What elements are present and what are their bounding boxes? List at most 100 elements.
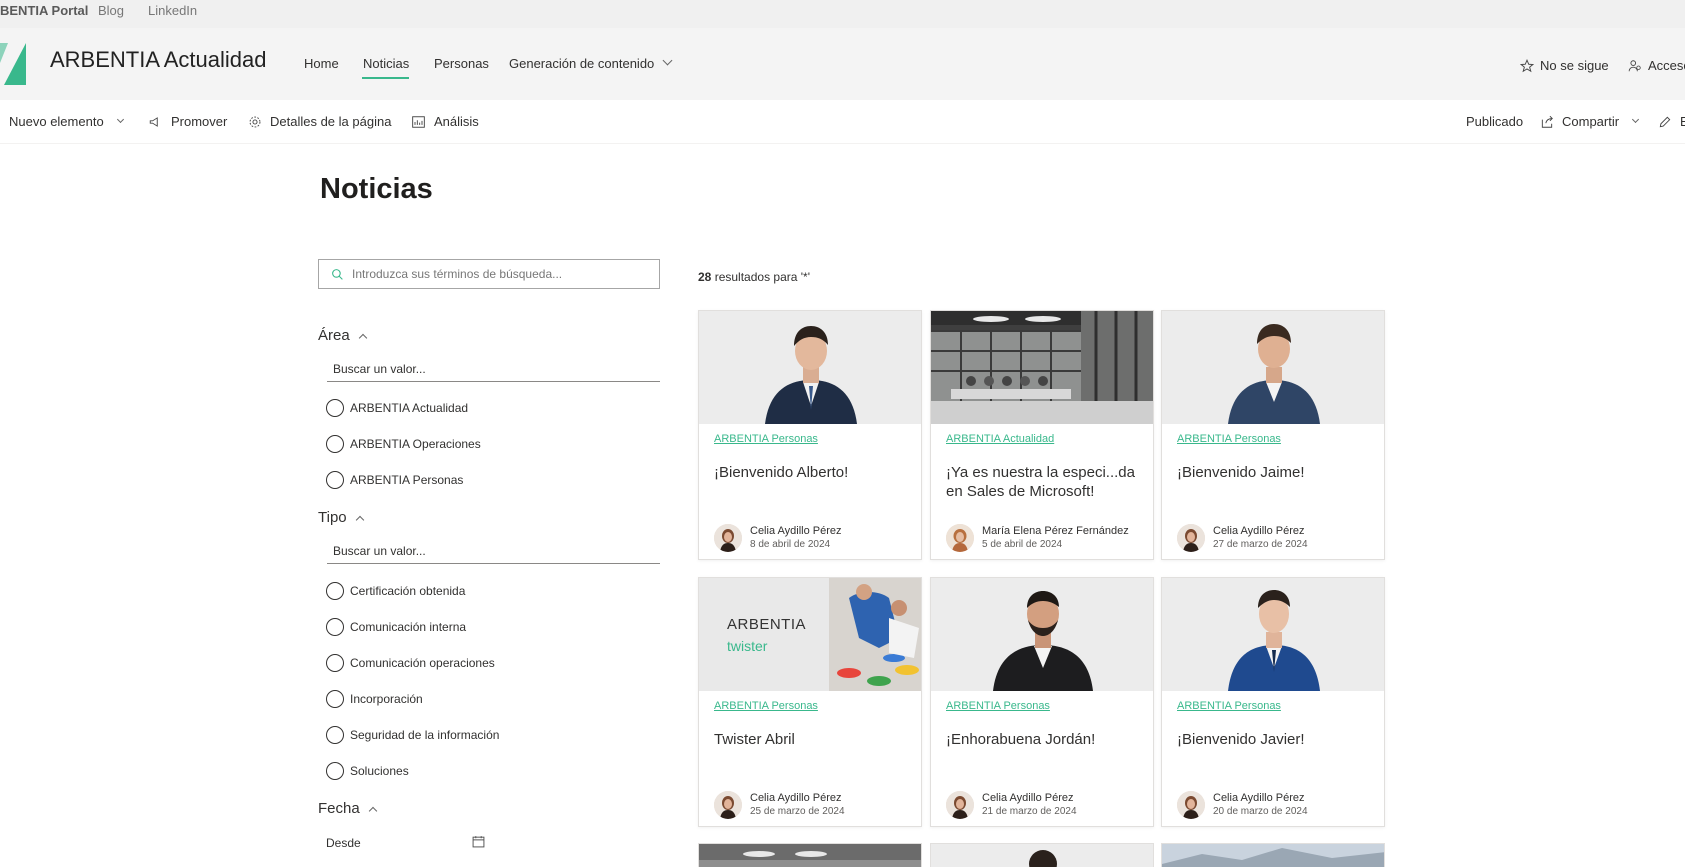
news-thumbnail	[1162, 578, 1384, 691]
facet-tipo-option[interactable]: Comunicación operaciones	[326, 654, 495, 672]
facet-fecha-header[interactable]: Fecha	[318, 800, 377, 817]
news-card[interactable]: ARBENTIA Personas ¡Enhorabuena Jordán! C…	[930, 577, 1154, 827]
new-item-button[interactable]: Nuevo elemento	[9, 114, 124, 129]
pencil-icon	[1659, 116, 1671, 127]
access-button[interactable]: Acceso	[1628, 58, 1685, 73]
share-icon	[1541, 115, 1553, 128]
news-category[interactable]: ARBENTIA Personas	[1177, 433, 1281, 445]
nav-generacion-label: Generación de contenido	[509, 56, 655, 71]
new-item-label: Nuevo elemento	[9, 114, 104, 129]
author-name: María Elena Pérez Fernández	[982, 525, 1129, 537]
megaphone-icon	[149, 116, 158, 127]
facet-tipo-option[interactable]: Soluciones	[326, 762, 409, 780]
news-title[interactable]: ¡Bienvenido Javier!	[1177, 730, 1377, 749]
share-button[interactable]: Compartir	[1540, 114, 1640, 129]
nav-home[interactable]: Home	[304, 56, 339, 71]
thumbnail-sub-text: twister	[727, 638, 768, 654]
facet-area-header[interactable]: Área	[318, 327, 367, 344]
facet-area-option[interactable]: ARBENTIA Personas	[326, 471, 463, 489]
facet-area-label: Área	[318, 327, 350, 344]
radio-button[interactable]	[326, 654, 344, 672]
facet-area-option[interactable]: ARBENTIA Actualidad	[326, 399, 468, 417]
thumbnail-brand-text: ARBENTIA	[727, 616, 807, 633]
news-thumbnail	[1162, 311, 1384, 424]
radio-button[interactable]	[326, 582, 344, 600]
portal-brand-link[interactable]: BENTIA Portal	[0, 3, 88, 18]
radio-button[interactable]	[326, 435, 344, 453]
news-title[interactable]: Twister Abril	[714, 730, 914, 749]
chart-icon	[412, 115, 425, 128]
facet-area-option[interactable]: ARBENTIA Operaciones	[326, 435, 481, 453]
analytics-button[interactable]: Análisis	[411, 114, 479, 129]
share-label: Compartir	[1562, 114, 1620, 129]
published-status: Publicado	[1466, 114, 1523, 129]
people-icon	[1628, 59, 1641, 71]
promote-label: Promover	[171, 114, 228, 129]
publish-date: 27 de marzo de 2024	[1213, 539, 1308, 550]
command-bar: Nuevo elemento Promover Detalles de la p…	[0, 100, 1685, 144]
site-logo[interactable]	[0, 43, 26, 85]
radio-button[interactable]	[326, 618, 344, 636]
site-title[interactable]: ARBENTIA Actualidad	[50, 47, 266, 73]
follow-button[interactable]: No se sigue	[1520, 58, 1609, 73]
avatar	[1177, 791, 1205, 819]
nav-generacion-contenido[interactable]: Generación de contenido	[509, 55, 673, 71]
news-card-partial[interactable]	[698, 843, 922, 867]
facet-tipo-option[interactable]: Certificación obtenida	[326, 582, 465, 600]
author-name: Celia Aydillo Pérez	[1213, 792, 1305, 804]
news-title[interactable]: ¡Enhorabuena Jordán!	[946, 730, 1146, 749]
search-input[interactable]	[352, 267, 642, 281]
news-author: Celia Aydillo Pérez 20 de marzo de 2024	[1177, 791, 1308, 819]
news-card[interactable]: ARBENTIA Personas ¡Bienvenido Javier! Ce…	[1161, 577, 1385, 827]
avatar	[946, 791, 974, 819]
star-icon	[1520, 58, 1534, 72]
facet-tipo-option[interactable]: Incorporación	[326, 690, 423, 708]
news-category[interactable]: ARBENTIA Personas	[714, 700, 818, 712]
facet-tipo-option[interactable]: Comunicación interna	[326, 618, 466, 636]
facet-option-label: Comunicación operaciones	[350, 656, 495, 670]
facet-option-label: Incorporación	[350, 692, 423, 706]
avatar	[1177, 524, 1205, 552]
news-title[interactable]: ¡Ya es nuestra la especi...da en Sales d…	[946, 463, 1146, 501]
news-category[interactable]: ARBENTIA Personas	[946, 700, 1050, 712]
portal-link-linkedin[interactable]: LinkedIn	[148, 3, 197, 18]
chevron-up-icon	[358, 333, 367, 342]
nav-noticias[interactable]: Noticias	[363, 56, 409, 71]
news-title[interactable]: ¡Bienvenido Jaime!	[1177, 463, 1377, 482]
radio-button[interactable]	[326, 471, 344, 489]
site-header: ARBENTIA Actualidad Home Noticias Person…	[0, 28, 1685, 100]
news-category[interactable]: ARBENTIA Personas	[714, 433, 818, 445]
facet-fecha-label: Fecha	[318, 800, 360, 817]
nav-personas[interactable]: Personas	[434, 56, 489, 71]
search-box[interactable]	[318, 259, 660, 289]
promote-button[interactable]: Promover	[148, 114, 227, 129]
page-details-label: Detalles de la página	[270, 114, 392, 129]
news-category[interactable]: ARBENTIA Personas	[1177, 700, 1281, 712]
news-card[interactable]: ARBENTIA Personas ¡Bienvenido Jaime! Cel…	[1161, 310, 1385, 560]
edit-button[interactable]: E	[1658, 114, 1685, 129]
portal-link-blog[interactable]: Blog	[98, 3, 124, 18]
radio-button[interactable]	[326, 762, 344, 780]
facet-tipo-search-input[interactable]	[327, 538, 660, 564]
facet-option-label: ARBENTIA Actualidad	[350, 401, 469, 415]
page-details-button[interactable]: Detalles de la página	[248, 114, 391, 129]
radio-button[interactable]	[326, 690, 344, 708]
news-card[interactable]: ARBENTIA twister ARBENTIA Personas Twist…	[698, 577, 922, 827]
news-title[interactable]: ¡Bienvenido Alberto!	[714, 463, 914, 482]
news-card-partial[interactable]	[1161, 843, 1385, 867]
radio-button[interactable]	[326, 399, 344, 417]
date-from-label: Desde	[326, 836, 361, 850]
radio-button[interactable]	[326, 726, 344, 744]
publish-date: 21 de marzo de 2024	[982, 806, 1077, 817]
news-card-partial[interactable]	[930, 843, 1154, 867]
news-card[interactable]: ARBENTIA Personas ¡Bienvenido Alberto! C…	[698, 310, 922, 560]
facet-tipo-header[interactable]: Tipo	[318, 509, 364, 526]
author-name: Celia Aydillo Pérez	[750, 525, 842, 537]
facet-tipo-option[interactable]: Seguridad de la información	[326, 726, 499, 744]
news-category[interactable]: ARBENTIA Actualidad	[946, 433, 1054, 445]
calendar-icon[interactable]	[472, 835, 485, 848]
chevron-down-icon	[1632, 115, 1640, 124]
facet-area-search-input[interactable]	[327, 356, 660, 382]
results-count-number: 28	[698, 270, 712, 284]
news-card[interactable]: ARBENTIA Actualidad ¡Ya es nuestra la es…	[930, 310, 1154, 560]
